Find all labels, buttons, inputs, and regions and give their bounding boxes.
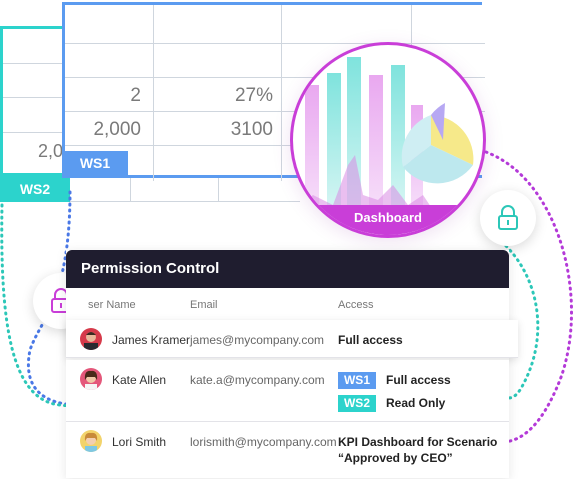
ws2-tag[interactable]: WS2: [0, 176, 70, 202]
column-email: Email: [190, 299, 218, 311]
ws1-cell-r2c2: 3100: [230, 119, 273, 140]
permission-title: Permission Control: [66, 250, 509, 288]
ws1-access[interactable]: Full access: [386, 373, 451, 387]
avatar-james: [80, 328, 102, 350]
permission-control-panel: Permission Control ser Name Email Access…: [66, 250, 518, 478]
ws1-cell-r1c2: 27%: [234, 85, 273, 106]
ws1-cell-r1c1: 2: [130, 85, 141, 106]
column-user-name: ser Name: [88, 299, 136, 311]
avatar-lori: [80, 430, 102, 452]
user-email: lorismith@mycompany.com: [190, 435, 337, 449]
ws1-chip[interactable]: WS1: [338, 372, 376, 389]
column-access: Access: [338, 299, 374, 311]
avatar-kate: [80, 368, 102, 390]
bar-4: [369, 75, 383, 215]
user-email: kate.a@mycompany.com: [190, 373, 325, 387]
user-row-lori[interactable]: Lori Smith lorismith@mycompany.com KPI D…: [66, 424, 509, 476]
user-name: Lori Smith: [112, 435, 167, 449]
user-access-line1[interactable]: KPI Dashboard for Scenario: [338, 435, 497, 449]
lock-badge-right: [480, 190, 536, 246]
user-email: james@mycompany.com: [190, 333, 324, 347]
bar-1: [305, 85, 319, 215]
lock-icon: [498, 205, 518, 230]
user-row-kate[interactable]: Kate Allen kate.a@mycompany.com WS1 Full…: [66, 360, 509, 422]
user-access-line2[interactable]: “Approved by CEO”: [338, 451, 453, 465]
user-name: Kate Allen: [112, 373, 167, 387]
ws2-chip[interactable]: WS2: [338, 395, 376, 412]
dashboard-label: Dashboard: [293, 205, 483, 235]
dashboard-preview[interactable]: Dashboard: [290, 42, 486, 238]
user-name: James Kramer: [112, 333, 191, 347]
ws2-access[interactable]: Read Only: [386, 396, 445, 410]
ws1-tag[interactable]: WS1: [62, 151, 128, 176]
user-row-james[interactable]: James Kramer james@mycompany.com Full ac…: [66, 320, 518, 358]
ws1-cell-r2c1: 2,000: [93, 119, 141, 140]
user-access[interactable]: Full access: [338, 333, 403, 347]
